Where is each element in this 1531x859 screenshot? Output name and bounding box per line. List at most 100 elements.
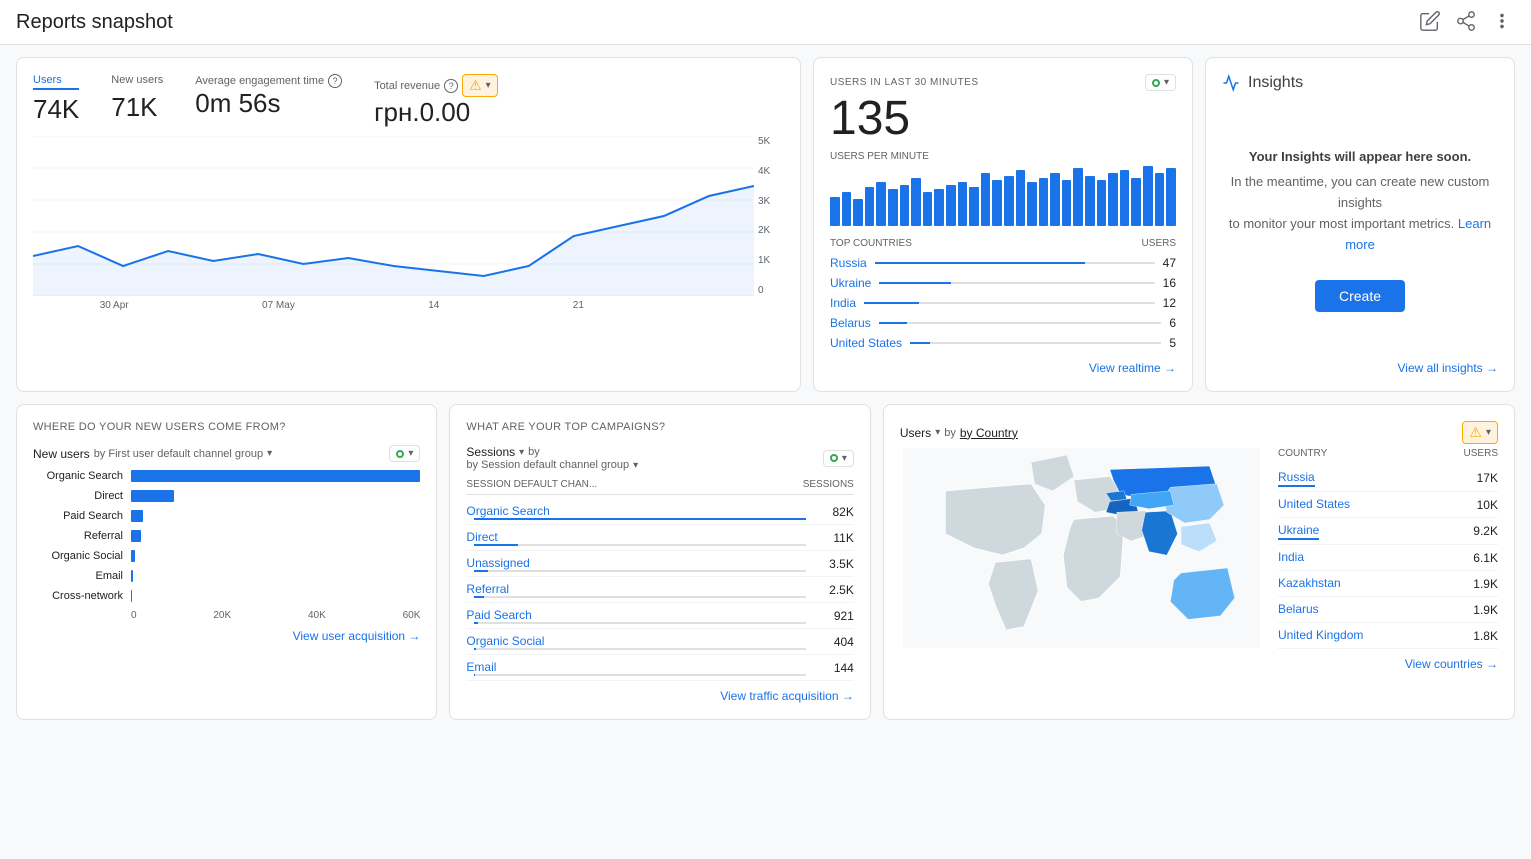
per-minute-bar [1085,176,1095,226]
campaigns-status-badge[interactable]: ▾ [823,450,854,467]
geo-country-name[interactable]: Belarus [1278,602,1319,616]
view-user-acquisition-link[interactable]: View user acquisition → [33,629,420,643]
session-name[interactable]: Organic Search [466,504,549,518]
session-count: 3.5K [814,557,854,571]
view-insights-link[interactable]: View all insights → [1222,361,1498,375]
geo-country-val: 1.9K [1473,577,1498,591]
per-minute-label: USERS PER MINUTE [830,151,1176,162]
view-realtime-link[interactable]: View realtime → [830,361,1176,375]
new-users-inner-header: New users by First user default channel … [33,445,420,462]
geo-dropdown[interactable]: Users ▾ by by Country [900,426,1018,440]
session-bar [474,622,477,624]
users-label[interactable]: Users [33,74,79,90]
country-row: United States 5 [830,333,1176,353]
geo-country-val: 6.1K [1473,551,1498,565]
session-bar [474,544,517,546]
geo-country-row: India 6.1K [1278,545,1498,571]
create-button[interactable]: Create [1315,280,1405,312]
session-bar-wrap [474,622,805,624]
geo-country-name[interactable]: United Kingdom [1278,628,1363,642]
geo-country-name[interactable]: Ukraine [1278,523,1319,537]
geo-country-name[interactable]: India [1278,550,1304,564]
hbar-row: Email [33,570,420,582]
engagement-help-icon[interactable]: ? [328,74,342,88]
engagement-value: 0m 56s [195,88,342,119]
revenue-help-icon[interactable]: ? [444,79,458,93]
users-chart: 5K 4K 3K 2K 1K 0 [33,136,784,316]
users-col-header: USERS [1464,448,1498,459]
geo-country-row: Belarus 1.9K [1278,597,1498,623]
hbar-track [131,510,420,522]
campaigns-badge-arrow: ▾ [842,453,847,464]
session-bar [474,674,475,676]
new-users-section-title: WHERE DO YOUR NEW USERS COME FROM? [33,421,420,433]
insights-title: Insights [1248,74,1303,92]
campaigns-card: WHAT ARE YOUR TOP CAMPAIGNS? Sessions ▾ … [449,404,870,720]
header-actions [1419,10,1515,34]
view-countries-link[interactable]: View countries → [1278,657,1498,671]
country-name[interactable]: United States [830,336,902,350]
more-icon[interactable] [1491,10,1515,34]
country-count: 47 [1163,256,1176,270]
share-icon[interactable] [1455,10,1479,34]
session-name[interactable]: Direct [466,530,497,544]
sessions-col-label: SESSIONS [803,479,854,490]
session-name[interactable]: Paid Search [466,608,531,622]
country-bar [875,262,1085,264]
geo-warn-badge[interactable]: ⚠ ▾ [1462,421,1498,444]
geo-country-val: 1.9K [1473,603,1498,617]
country-name[interactable]: Russia [830,256,867,270]
country-underline [1278,485,1315,487]
session-name[interactable]: Referral [466,582,509,596]
warn-triangle-icon: ⚠ [469,77,482,94]
view-traffic-acquisition-link[interactable]: View traffic acquisition → [466,689,853,703]
x-label-apr30: 30 Apr [100,300,129,311]
hbar-chart: Organic Search Direct Paid Search Referr… [33,470,420,602]
session-name[interactable]: Email [466,660,496,674]
country-name[interactable]: Ukraine [830,276,871,290]
session-bar-wrap [474,570,805,572]
insights-icon [1222,74,1240,92]
x-label-14: 14 [428,300,439,311]
new-users-dropdown[interactable]: New users by First user default channel … [33,447,272,461]
users-card: Users 74K New users 71K Average engageme… [16,57,801,392]
realtime-status-badge[interactable]: ▾ [1145,74,1176,91]
page-header: Reports snapshot [0,0,1531,45]
hbar-label: Paid Search [33,510,123,522]
country-bar-wrap [864,302,1155,304]
revenue-warn-badge[interactable]: ⚠ ▾ [462,74,498,97]
country-bar [879,282,951,284]
per-minute-bar [830,197,840,226]
realtime-label: USERS IN LAST 30 MINUTES [830,77,979,88]
session-count: 404 [814,635,854,649]
geo-country-name[interactable]: Russia [1278,470,1315,484]
geo-country-val: 17K [1477,471,1498,485]
country-col-header: COUNTRY [1278,448,1327,459]
learn-more-link[interactable]: Learn more [1345,216,1491,252]
session-name[interactable]: Organic Social [466,634,544,648]
hbar-row: Direct [33,490,420,502]
campaigns-inner-header: Sessions ▾ by by Session default channel… [466,445,853,471]
y-label-5k: 5K [758,136,780,147]
new-users-status-badge[interactable]: ▾ [389,445,420,462]
edit-icon[interactable] [1419,10,1443,34]
hbar-fill [131,530,141,542]
geo-country-name[interactable]: Kazakhstan [1278,576,1341,590]
countries-list: Russia 47 Ukraine 16 India 12 Belarus 6 … [830,253,1176,353]
hbar-label: Direct [33,490,123,502]
campaigns-dropdown[interactable]: Sessions ▾ by by Session default channel… [466,445,638,471]
country-name[interactable]: Belarus [830,316,871,330]
map-table: COUNTRY USERS Russia 17K United States 1… [900,448,1498,730]
country-name[interactable]: India [830,296,856,310]
session-row: Paid Search 921 [466,603,853,629]
per-minute-bar [981,173,991,226]
sessions-header-row: SESSION DEFAULT CHAN... SESSIONS [466,479,853,495]
session-name[interactable]: Unassigned [466,556,529,570]
per-minute-bar [1143,166,1153,226]
hbar-row: Organic Search [33,470,420,482]
new-users-status-dot [396,450,404,458]
country-count: 16 [1163,276,1176,290]
geo-country-name[interactable]: United States [1278,497,1350,511]
country-bar [879,322,907,324]
engagement-label: Average engagement time [195,75,324,87]
